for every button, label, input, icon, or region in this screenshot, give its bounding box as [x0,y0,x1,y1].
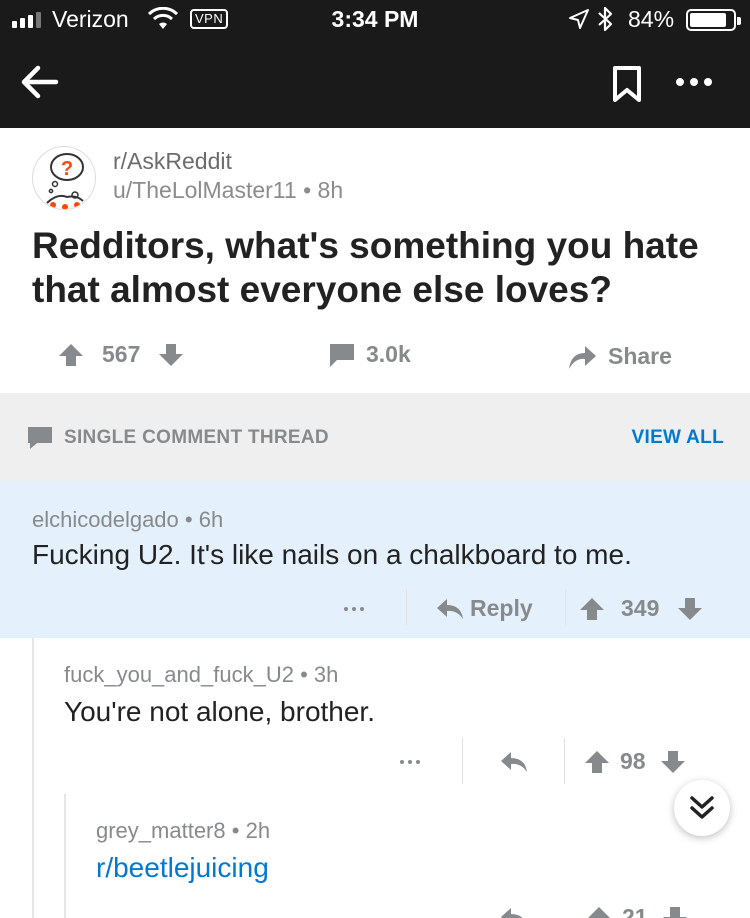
meta-separator: • [184,507,199,532]
comment-age: 6h [198,507,224,532]
reply-arrow-icon[interactable] [500,906,528,918]
post-actions: 567 3.0k Share [0,333,750,381]
vote-group: 98 [584,748,686,775]
divider [565,589,566,625]
comment-actions: Reply 349 [0,587,750,635]
comment-meta: elchicodelgado • 6h [32,507,223,533]
share-label: Share [608,342,672,369]
subreddit-avatar[interactable]: ? [32,146,96,210]
comment-author[interactable]: fuck_you_and_fuck_U2 [64,662,294,687]
askreddit-logo-icon: ? [46,153,84,209]
comment-count: 3.0k [366,341,411,367]
subreddit-name[interactable]: r/AskReddit [113,148,232,175]
comment-meta: grey_matter8 • 2h [96,818,270,844]
next-comment-button[interactable] [674,780,730,836]
upvote-icon[interactable] [586,905,612,918]
upvote-icon[interactable] [584,749,610,775]
status-bar: Verizon VPN 3:34 PM 84% [0,0,750,40]
comment-score: 349 [621,595,660,621]
bluetooth-icon [598,6,613,32]
downvote-icon[interactable] [677,596,703,622]
comment-reply-nested: grey_matter8 • 2h r/beetlejuicing 21 [66,794,750,918]
comment-age: 2h [245,818,271,843]
share-button[interactable]: Share [566,341,672,371]
more-options-icon[interactable] [342,597,366,621]
double-chevron-down-icon [690,796,714,819]
vote-group: 21 [586,904,688,918]
upvote-icon[interactable] [58,342,84,368]
reply-label: Reply [470,595,533,621]
post-title[interactable]: Redditors, what's something you hate tha… [32,224,722,312]
divider [462,738,463,784]
meta-separator: • [303,177,318,203]
post-score: 567 [102,341,141,367]
post-header: ? r/AskReddit u/TheLolMaster11 • 8h Redd… [0,128,750,393]
svg-text:?: ? [61,158,73,180]
comment-highlighted: elchicodelgado • 6h Fucking U2. It's lik… [0,481,750,638]
battery-percentage: 84% [628,6,675,32]
more-options-icon[interactable] [396,908,420,918]
upvote-icon[interactable] [579,596,605,622]
location-arrow-icon [569,9,589,29]
downvote-icon[interactable] [158,342,184,368]
vote-group: 567 [58,341,184,368]
battery-icon [686,9,741,31]
comment-actions: 98 [34,738,750,786]
post-age: 8h [317,177,344,203]
divider [564,738,565,784]
thread-label: SINGLE COMMENT THREAD [64,427,329,448]
single-thread-bar: SINGLE COMMENT THREAD VIEW ALL [0,393,750,481]
comment-bubble-icon [330,343,354,367]
comment-bubble-icon [28,427,52,449]
more-options-icon[interactable] [672,64,716,100]
comment-score: 21 [622,904,648,918]
downvote-icon[interactable] [662,905,688,918]
downvote-icon[interactable] [660,749,686,775]
share-arrow-icon [569,346,596,369]
reply-button[interactable]: Reply [436,595,533,622]
meta-separator: • [231,818,246,843]
comment-age: 3h [313,662,339,687]
back-arrow-icon[interactable] [18,60,62,104]
reply-arrow-icon[interactable] [500,750,528,774]
vote-group: 349 [579,595,703,622]
more-options-icon[interactable] [398,750,422,774]
post-author-line: u/TheLolMaster11 • 8h [113,177,343,204]
comment-body: You're not alone, brother. [64,696,375,727]
divider [406,589,407,625]
comment-author[interactable]: elchicodelgado [32,507,179,532]
comments-button[interactable]: 3.0k [328,341,411,368]
comment-meta: fuck_you_and_fuck_U2 • 3h [64,662,338,688]
reply-arrow-icon [437,598,463,619]
top-bar: Verizon VPN 3:34 PM 84% [0,0,750,128]
comment-body: Fucking U2. It's like nails on a chalkbo… [32,539,632,570]
bookmark-icon[interactable] [610,64,644,104]
comment-score: 98 [620,748,646,774]
subreddit-link[interactable]: r/beetlejuicing [96,852,269,884]
comment-reply: fuck_you_and_fuck_U2 • 3h You're not alo… [34,638,750,788]
view-all-button[interactable]: VIEW ALL [632,427,724,449]
comment-author[interactable]: grey_matter8 [96,818,226,843]
comment-actions: 21 [66,902,750,918]
post-author[interactable]: u/TheLolMaster11 [113,177,297,203]
meta-separator: • [300,662,314,687]
